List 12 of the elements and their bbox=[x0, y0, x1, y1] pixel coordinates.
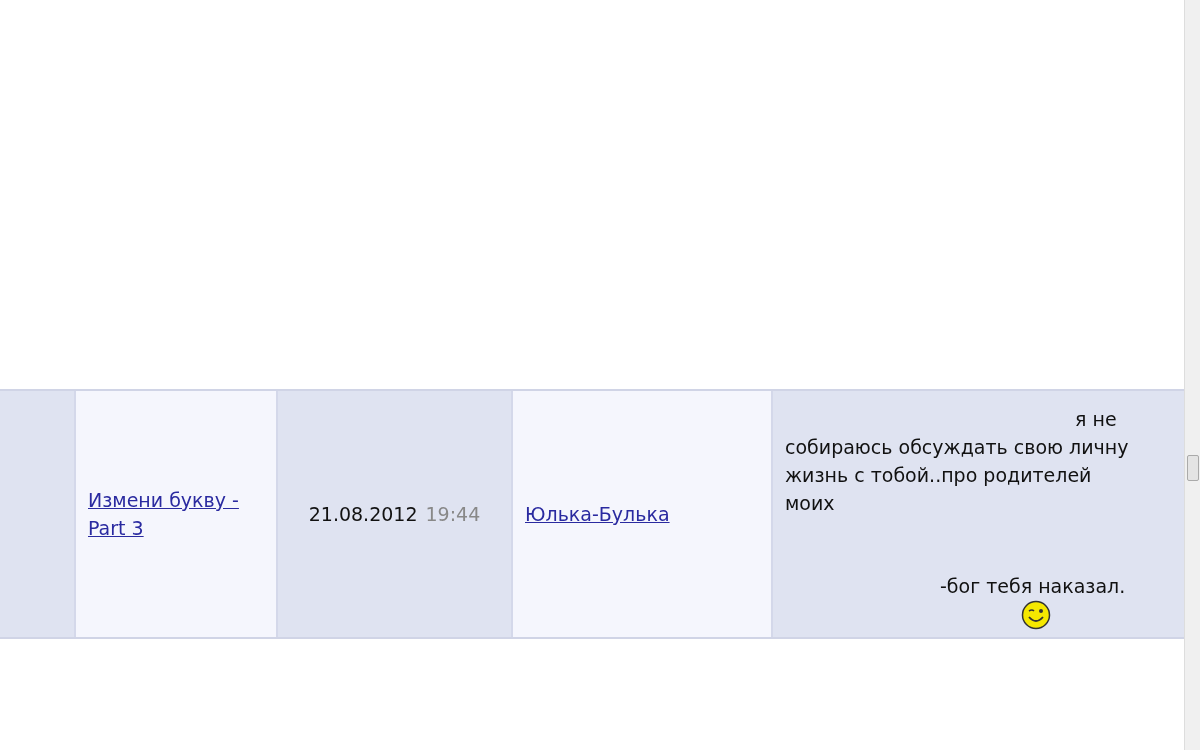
scrollbar-thumb[interactable] bbox=[1187, 455, 1199, 481]
post-time: 19:44 bbox=[425, 503, 481, 525]
author-link[interactable]: Юлька-Булька bbox=[525, 500, 670, 528]
smiley-icon bbox=[1021, 600, 1051, 630]
scrollbar[interactable] bbox=[1184, 0, 1200, 750]
message-text: моих bbox=[785, 491, 835, 516]
topic-link[interactable]: Измени букву - Part 3 bbox=[88, 486, 264, 542]
post-date: 21.08.2012 bbox=[308, 503, 418, 525]
message-text: жизнь с тобой..про родителей bbox=[785, 463, 1092, 488]
message-text: -бог тебя наказал. bbox=[940, 574, 1126, 599]
message-text: я не bbox=[1075, 407, 1117, 432]
message-text: собираюсь обсуждать свою личну bbox=[785, 435, 1129, 460]
